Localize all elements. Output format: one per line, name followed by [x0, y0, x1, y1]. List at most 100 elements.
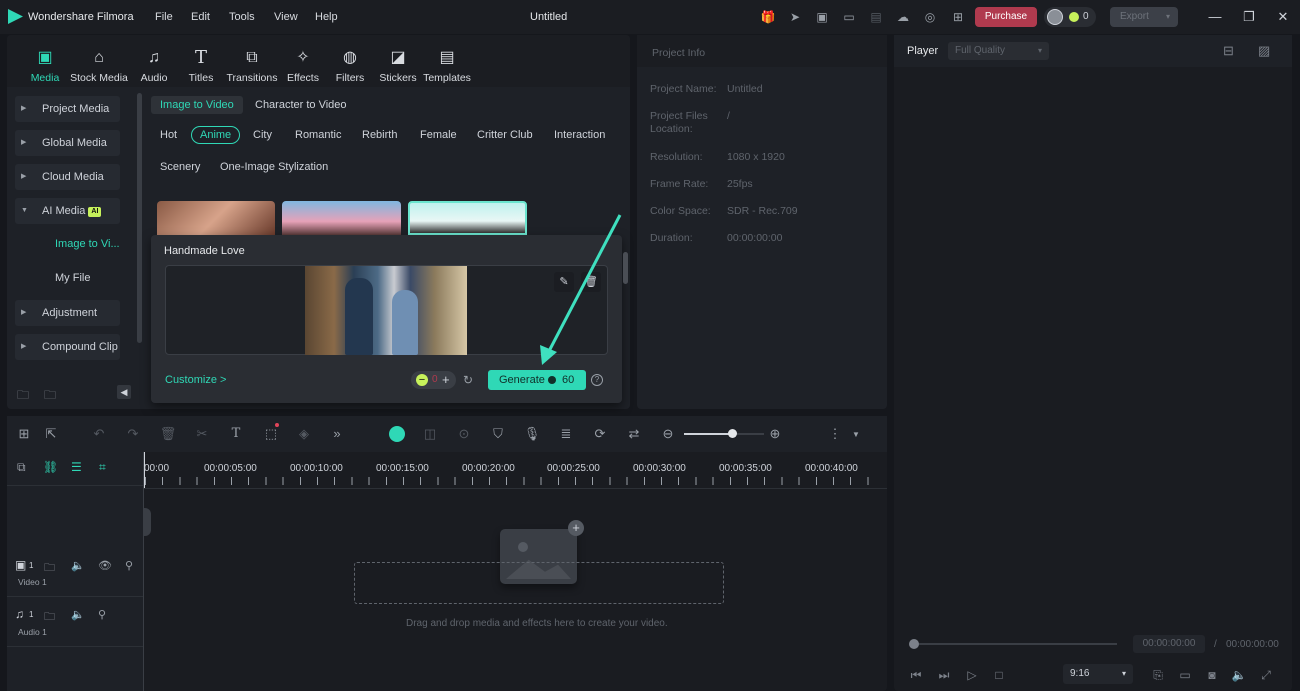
chevron-down-icon[interactable]: ▼	[852, 430, 860, 439]
chip-rebirth[interactable]: Rebirth	[362, 129, 397, 141]
chip-scenery[interactable]: Scenery	[160, 161, 200, 173]
mode-character-to-video[interactable]: Character to Video	[255, 99, 347, 111]
select-tool-icon[interactable]: ⇱	[42, 425, 60, 443]
close-icon[interactable]: ✕	[1274, 8, 1292, 26]
sidebar-item-project-media[interactable]: ▶ Project Media	[15, 96, 120, 122]
split-icon[interactable]: ✂	[193, 425, 211, 443]
text-tool-icon[interactable]: T	[227, 425, 245, 443]
display-icon[interactable]: ▭	[1177, 667, 1193, 683]
chip-interaction[interactable]: Interaction	[554, 129, 605, 141]
headset-icon[interactable]: ◎	[922, 9, 938, 25]
collapse-sidebar-button[interactable]: ◀	[117, 385, 131, 399]
redo-icon[interactable]: ↷	[124, 425, 142, 443]
color-icon[interactable]: ◈	[295, 425, 313, 443]
ai-camera-icon[interactable]: ◫	[421, 425, 439, 443]
playback-scrubber[interactable]	[910, 643, 1117, 645]
quantity-stepper[interactable]: − 0 +	[411, 371, 456, 389]
restore-icon[interactable]: ❐	[1240, 8, 1258, 26]
zoom-slider-track[interactable]	[684, 433, 764, 435]
image-icon[interactable]: ▨	[1258, 43, 1270, 59]
more-options-icon[interactable]: ⋮	[826, 425, 844, 443]
tab-templates[interactable]: ▤ Templates	[417, 48, 477, 84]
playhead[interactable]	[144, 452, 145, 488]
menu-tools[interactable]: Tools	[229, 11, 255, 23]
chip-city[interactable]: City	[253, 129, 272, 141]
mark-icon[interactable]: ⎘	[1150, 667, 1166, 683]
link-icon[interactable]: ⛓	[43, 460, 58, 474]
snap-icon[interactable]: ⌗	[99, 460, 106, 475]
menu-edit[interactable]: Edit	[191, 11, 210, 23]
speed-icon[interactable]: ⊙	[455, 425, 473, 443]
add-folder-icon[interactable]: 🗀	[44, 386, 56, 407]
drop-zone[interactable]	[354, 562, 724, 604]
menu-help[interactable]: Help	[315, 11, 338, 23]
folder-icon[interactable]: 🗀	[44, 608, 55, 627]
speaker-icon[interactable]: 🔈	[71, 559, 85, 572]
stop-icon[interactable]: □	[991, 667, 1007, 683]
audio-mix-icon[interactable]: ≣	[557, 425, 575, 443]
help-icon[interactable]: ?	[591, 374, 603, 386]
layout-icon[interactable]: ⊟	[1223, 43, 1234, 59]
menu-file[interactable]: File	[155, 11, 173, 23]
refresh-icon[interactable]: ↻	[463, 373, 473, 387]
crop-icon[interactable]: ⬚	[262, 425, 280, 443]
menu-view[interactable]: View	[274, 11, 298, 23]
eye-icon[interactable]: 👁	[98, 559, 112, 572]
decrement-icon[interactable]: −	[416, 374, 428, 386]
aspect-ratio-select[interactable]: 9:16 ▾	[1063, 664, 1133, 684]
prev-frame-icon[interactable]: ⏮	[908, 667, 924, 683]
chip-hot[interactable]: Hot	[160, 129, 177, 141]
sidebar-item-ai-media[interactable]: ▼ AI Media AI	[15, 198, 120, 224]
fullscreen-icon[interactable]: ⤢	[1258, 667, 1274, 683]
sidebar-subitem-my-file[interactable]: My File	[55, 272, 90, 284]
template-thumbnail[interactable]	[157, 201, 275, 235]
chip-female[interactable]: Female	[420, 129, 457, 141]
chip-anime[interactable]: Anime	[191, 126, 241, 144]
account-credits[interactable]: 0	[1044, 7, 1096, 27]
folder-icon[interactable]: 🗀	[44, 559, 55, 578]
collapse-handle[interactable]	[143, 508, 151, 536]
render-icon[interactable]: ⇄	[625, 425, 643, 443]
more-icon[interactable]: »	[328, 425, 346, 443]
tab-stock-media[interactable]: ⌂ Stock Media	[69, 48, 129, 84]
undo-icon[interactable]: ↶	[90, 425, 108, 443]
lock-icon[interactable]: ⚲	[125, 559, 133, 572]
tab-media[interactable]: ▣ Media	[15, 48, 75, 84]
add-media-plus-icon[interactable]: +	[568, 520, 584, 536]
sidebar-item-adjustment-layer[interactable]: ▶Adjustment La...	[15, 300, 120, 345]
chip-romantic[interactable]: Romantic	[295, 129, 341, 141]
send-icon[interactable]: ➤	[787, 9, 803, 25]
save-icon[interactable]: ▤	[868, 9, 884, 25]
microphone-icon[interactable]: 🎙	[523, 425, 541, 443]
minimize-icon[interactable]: —	[1206, 8, 1224, 26]
next-frame-icon[interactable]: ⏭	[936, 667, 952, 683]
new-folder-icon[interactable]: 🗀	[17, 386, 29, 407]
chip-one-image-stylization[interactable]: One-Image Stylization	[220, 161, 328, 173]
quality-select[interactable]: Full Quality ▾	[948, 42, 1049, 60]
zoom-out-icon[interactable]: ⊖	[659, 425, 677, 443]
monitor-icon[interactable]: ▭	[841, 9, 857, 25]
replace-icon[interactable]: ⟳	[591, 425, 609, 443]
generate-button[interactable]: Generate 60	[488, 370, 586, 390]
increment-icon[interactable]: +	[442, 372, 450, 387]
customize-link[interactable]: Customize >	[165, 374, 226, 386]
sidebar-subitem-image-to-video[interactable]: Image to Vi...	[55, 238, 120, 250]
mode-image-to-video[interactable]: Image to Video	[151, 96, 243, 114]
cloud-icon[interactable]: ☁	[895, 9, 911, 25]
export-button[interactable]: Export ▾	[1110, 7, 1178, 27]
play-icon[interactable]: ▷	[964, 667, 980, 683]
gift-icon[interactable]: 🎁	[760, 9, 776, 25]
add-track-icon[interactable]: ⧉	[17, 460, 26, 475]
layout-grid-icon[interactable]: ⊞	[15, 425, 33, 443]
delete-icon[interactable]: 🗑	[159, 425, 177, 443]
zoom-in-icon[interactable]: ⊕	[766, 425, 784, 443]
sidebar-scrollbar[interactable]	[137, 93, 142, 343]
sidebar-item-compound-clip[interactable]: ▶ Compound Clip	[15, 334, 120, 360]
volume-icon[interactable]: 🔈	[1231, 667, 1247, 683]
ai-assist-icon[interactable]	[389, 426, 405, 442]
speaker-icon[interactable]: 🔈	[71, 608, 85, 621]
purchase-button[interactable]: Purchase	[975, 7, 1037, 27]
shield-icon[interactable]: ⛉	[489, 425, 507, 443]
grid-apps-icon[interactable]: ⊞	[950, 9, 966, 25]
template-thumbnail[interactable]	[408, 201, 527, 235]
